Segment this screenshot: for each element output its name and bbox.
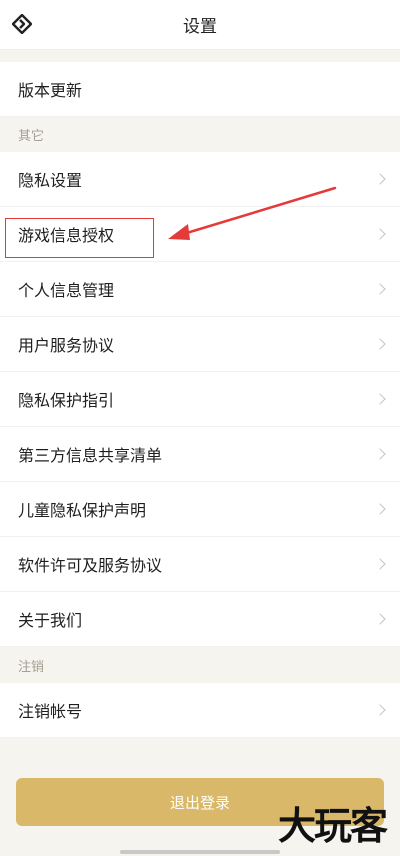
settings-item-label: 用户服务协议 [18, 336, 115, 355]
settings-item-label: 隐私设置 [18, 171, 83, 190]
highlight-box [5, 218, 154, 258]
chevron-right-icon [374, 704, 386, 716]
version-update-label: 版本更新 [18, 81, 83, 100]
settings-item-label: 注销帐号 [18, 702, 83, 721]
settings-item-label: 关于我们 [18, 611, 83, 630]
settings-item-privacy-guide[interactable]: 隐私保护指引 [0, 372, 400, 427]
chevron-right-icon [374, 448, 386, 460]
section-title-cancel: 注销 [18, 660, 45, 675]
page-title: 设置 [183, 17, 217, 37]
version-update-row[interactable]: 版本更新 [0, 62, 400, 117]
settings-item-label: 个人信息管理 [18, 281, 115, 300]
chevron-right-icon [374, 613, 386, 625]
settings-item-license[interactable]: 软件许可及服务协议 [0, 537, 400, 592]
settings-item-delete-account[interactable]: 注销帐号 [0, 683, 400, 738]
settings-item-user-agreement[interactable]: 用户服务协议 [0, 317, 400, 372]
chevron-right-icon [374, 228, 386, 240]
chevron-right-icon [374, 393, 386, 405]
back-button[interactable] [10, 12, 34, 36]
chevron-right-icon [374, 283, 386, 295]
settings-item-child-privacy[interactable]: 儿童隐私保护声明 [0, 482, 400, 537]
chevron-right-icon [374, 338, 386, 350]
annotation-arrow-icon [168, 186, 337, 240]
chevron-right-icon [374, 503, 386, 515]
settings-item-label: 软件许可及服务协议 [18, 556, 163, 575]
home-indicator [120, 850, 280, 854]
section-title-other: 其它 [18, 129, 45, 144]
settings-item-third-party[interactable]: 第三方信息共享清单 [0, 427, 400, 482]
settings-item-about[interactable]: 关于我们 [0, 592, 400, 647]
settings-item-label: 隐私保护指引 [18, 391, 115, 410]
top-bar: 设置 [0, 0, 400, 50]
back-diamond-icon [12, 14, 32, 34]
chevron-right-icon [374, 558, 386, 570]
settings-item-label: 第三方信息共享清单 [18, 446, 163, 465]
chevron-right-icon [374, 173, 386, 185]
settings-item-personal-info[interactable]: 个人信息管理 [0, 262, 400, 317]
watermark-logo: 大玩客 [277, 803, 388, 848]
settings-item-label: 儿童隐私保护声明 [18, 501, 147, 520]
